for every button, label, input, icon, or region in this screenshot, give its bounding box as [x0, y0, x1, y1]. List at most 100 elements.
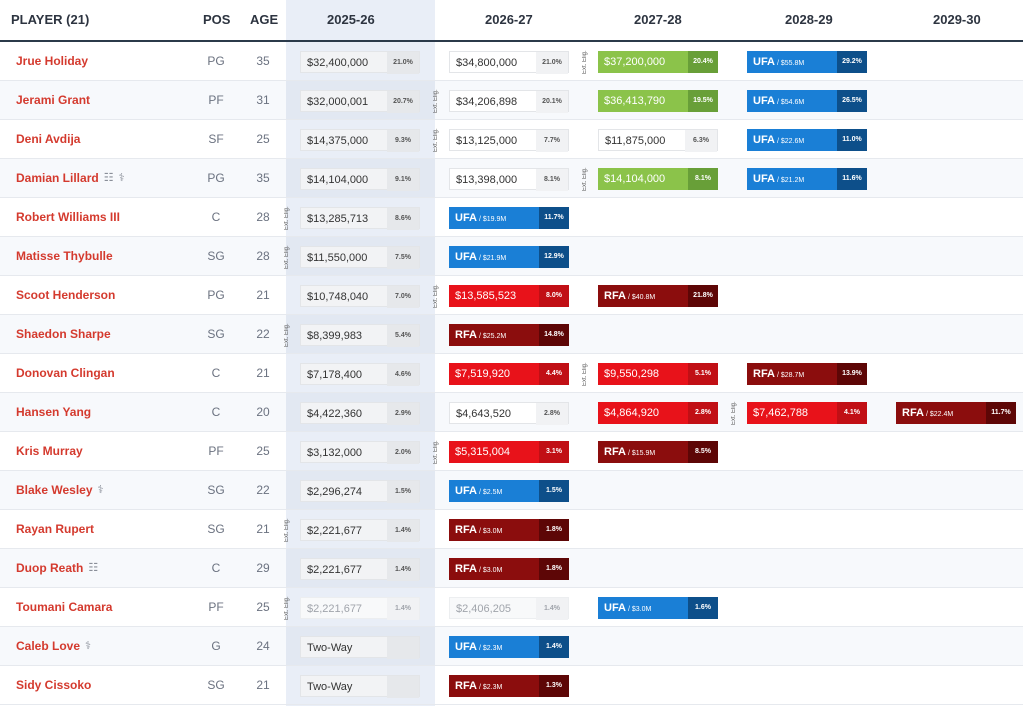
player-name-link[interactable]: Rayan Rupert: [16, 510, 94, 549]
salary-cell[interactable]: $32,000,001 20.7%: [300, 90, 420, 113]
salary-cell[interactable]: $7,178,400 4.6%: [300, 363, 420, 386]
salary-cell[interactable]: $36,413,790 19.5%: [598, 90, 718, 112]
salary-amount: $36,413,790: [604, 95, 666, 107]
player-name-link[interactable]: Damian Lillard ☷ ⚕: [16, 159, 125, 198]
header-age[interactable]: AGE: [250, 0, 278, 40]
player-name-link[interactable]: Duop Reath ☷: [16, 549, 98, 588]
player-name-link[interactable]: Jerami Grant: [16, 81, 90, 120]
cap-percentage: 4.6%: [387, 364, 419, 386]
player-name-link[interactable]: Jrue Holiday: [16, 42, 88, 81]
free-agent-type: RFA: [753, 368, 775, 380]
player-name-link[interactable]: Toumani Camara: [16, 588, 112, 627]
salary-amount: $5,315,004: [455, 446, 511, 458]
salary-amount: $8,399,983: [307, 330, 363, 342]
header-season-2028-29[interactable]: 2028-29: [785, 0, 833, 40]
ufa-cap-hold-badge[interactable]: UFA / $55.8M 29.2%: [747, 51, 867, 73]
salary-amount: UFA / $54.6M: [753, 95, 805, 107]
cap-percentage: 3.1%: [539, 441, 569, 463]
header-season-2026-27[interactable]: 2026-27: [485, 0, 533, 40]
salary-cell[interactable]: $11,550,000 7.5%: [300, 246, 420, 269]
ufa-cap-hold-badge[interactable]: UFA / $19.9M 11.7%: [449, 207, 569, 229]
document-icon[interactable]: ☷: [104, 159, 114, 198]
salary-amount: RFA / $25.2M: [455, 329, 507, 341]
ufa-cap-hold-badge[interactable]: UFA / $22.6M 11.0%: [747, 129, 867, 151]
player-name-link[interactable]: Deni Avdija: [16, 120, 80, 159]
rfa-cap-hold-badge[interactable]: RFA / $2.3M 1.3%: [449, 675, 569, 697]
medical-icon[interactable]: ⚕: [98, 471, 104, 510]
free-agent-type: UFA: [455, 485, 477, 497]
ufa-cap-hold-badge[interactable]: UFA / $54.6M 26.5%: [747, 90, 867, 112]
rfa-cap-hold-badge[interactable]: RFA / $22.4M 11.7%: [896, 402, 1016, 424]
player-age: 25: [256, 600, 270, 614]
player-name-link[interactable]: Matisse Thybulle: [16, 237, 113, 276]
rfa-cap-hold-badge[interactable]: RFA / $15.9M 8.5%: [598, 441, 718, 463]
salary-cell[interactable]: $2,221,677 1.4%: [300, 597, 420, 620]
salary-cell[interactable]: $32,400,000 21.0%: [300, 51, 420, 74]
salary-cell[interactable]: $8,399,983 5.4%: [300, 324, 420, 347]
free-agent-type: RFA: [455, 680, 477, 692]
cap-percentage: 7.7%: [536, 130, 568, 152]
salary-cell[interactable]: $13,398,000 8.1%: [449, 168, 569, 191]
ufa-cap-hold-badge[interactable]: UFA / $3.0M 1.6%: [598, 597, 718, 619]
player-name-link[interactable]: Scoot Henderson: [16, 276, 115, 315]
salary-cell[interactable]: $14,375,000 9.3%: [300, 129, 420, 152]
extension-eligible-label: Ext. Elig.: [582, 167, 588, 191]
cap-percentage: 21.0%: [387, 52, 419, 74]
salary-cell[interactable]: $2,221,677 1.4%: [300, 519, 420, 542]
ufa-cap-hold-badge[interactable]: UFA / $21.9M 12.9%: [449, 246, 569, 268]
medical-icon[interactable]: ⚕: [119, 159, 125, 198]
rfa-cap-hold-badge[interactable]: RFA / $25.2M 14.8%: [449, 324, 569, 346]
salary-cell[interactable]: $4,422,360 2.9%: [300, 402, 420, 425]
salary-cell[interactable]: $14,104,000 9.1%: [300, 168, 420, 191]
salary-cell[interactable]: $3,132,000 2.0%: [300, 441, 420, 464]
rfa-cap-hold-badge[interactable]: RFA / $28.7M 13.9%: [747, 363, 867, 385]
salary-cell[interactable]: $7,462,788 4.1%: [747, 402, 867, 424]
salary-cell[interactable]: $14,104,000 8.1%: [598, 168, 718, 190]
salary-cell[interactable]: $2,406,205 1.4%: [449, 597, 569, 620]
salary-cell[interactable]: $13,285,713 8.6%: [300, 207, 420, 230]
header-pos[interactable]: POS: [203, 0, 230, 40]
player-name-link[interactable]: Shaedon Sharpe: [16, 315, 111, 354]
salary-cell[interactable]: $2,221,677 1.4%: [300, 558, 420, 581]
rfa-cap-hold-badge[interactable]: RFA / $40.8M 21.8%: [598, 285, 718, 307]
ufa-cap-hold-badge[interactable]: UFA / $21.2M 11.6%: [747, 168, 867, 190]
salary-cell[interactable]: $37,200,000 20.4%: [598, 51, 718, 73]
header-season-2027-28[interactable]: 2027-28: [634, 0, 682, 40]
header-season-2029-30[interactable]: 2029-30: [933, 0, 981, 40]
salary-cell[interactable]: $7,519,920 4.4%: [449, 363, 569, 385]
cap-percentage: 2.8%: [536, 403, 568, 425]
salary-cell[interactable]: $9,550,298 5.1%: [598, 363, 718, 385]
ufa-cap-hold-badge[interactable]: UFA / $2.5M 1.5%: [449, 480, 569, 502]
player-name-link[interactable]: Hansen Yang: [16, 393, 91, 432]
player-name-link[interactable]: Donovan Clingan: [16, 354, 115, 393]
player-name-text: Sidy Cissoko: [16, 678, 92, 692]
salary-cell[interactable]: $34,206,898 20.1%: [449, 90, 569, 113]
salary-cell[interactable]: Two-Way: [300, 636, 420, 659]
salary-cell[interactable]: $13,125,000 7.7%: [449, 129, 569, 152]
rfa-cap-hold-badge[interactable]: RFA / $3.0M 1.8%: [449, 519, 569, 541]
salary-cell[interactable]: $10,748,040 7.0%: [300, 285, 420, 308]
salary-cell[interactable]: $2,296,274 1.5%: [300, 480, 420, 503]
player-name-link[interactable]: Blake Wesley ⚕: [16, 471, 103, 510]
ufa-cap-hold-badge[interactable]: UFA / $2.3M 1.4%: [449, 636, 569, 658]
player-name-link[interactable]: Kris Murray: [16, 432, 83, 471]
salary-amount: RFA / $3.0M: [455, 524, 503, 536]
player-name-link[interactable]: Sidy Cissoko: [16, 666, 91, 705]
salary-cell[interactable]: $13,585,523 8.0%: [449, 285, 569, 307]
salary-cell[interactable]: $34,800,000 21.0%: [449, 51, 569, 74]
player-name-link[interactable]: Caleb Love ⚕: [16, 627, 91, 666]
cap-percentage: 8.5%: [688, 441, 718, 463]
cap-percentage: 1.4%: [539, 636, 569, 658]
document-icon[interactable]: ☷: [88, 549, 98, 588]
salary-cell[interactable]: Two-Way: [300, 675, 420, 698]
rfa-cap-hold-badge[interactable]: RFA / $3.0M 1.8%: [449, 558, 569, 580]
header-season-2025-26[interactable]: 2025-26: [327, 0, 375, 40]
cap-percentage: 7.5%: [387, 247, 419, 269]
salary-cell[interactable]: $4,864,920 2.8%: [598, 402, 718, 424]
header-player[interactable]: PLAYER (21): [11, 0, 89, 40]
salary-cell[interactable]: $4,643,520 2.8%: [449, 402, 569, 425]
salary-cell[interactable]: $5,315,004 3.1%: [449, 441, 569, 463]
medical-icon[interactable]: ⚕: [85, 627, 91, 666]
player-name-link[interactable]: Robert Williams III: [16, 198, 120, 237]
salary-cell[interactable]: $11,875,000 6.3%: [598, 129, 718, 152]
